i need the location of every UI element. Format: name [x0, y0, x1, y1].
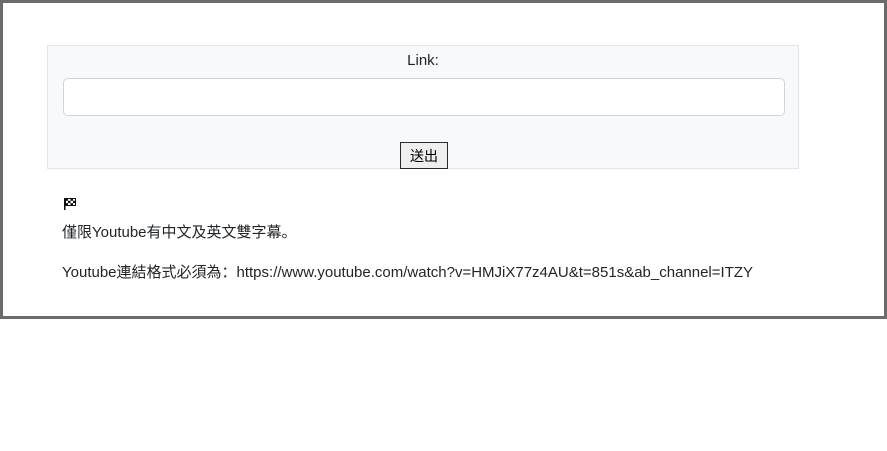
link-form: Link: 送出: [47, 45, 799, 169]
app-frame: Link: 送出 僅限Youtube有中文及英文雙字幕。 Youtube連結格式…: [0, 0, 887, 319]
link-label: Link:: [407, 52, 439, 69]
checkered-flag-icon: [64, 198, 76, 210]
submit-button[interactable]: 送出: [400, 142, 448, 169]
link-input[interactable]: [63, 78, 785, 116]
supported-subtitles-note: 僅限Youtube有中文及英文雙字幕。: [62, 224, 297, 241]
link-format-note: Youtube連結格式必須為：https://www.youtube.com/w…: [62, 264, 754, 281]
